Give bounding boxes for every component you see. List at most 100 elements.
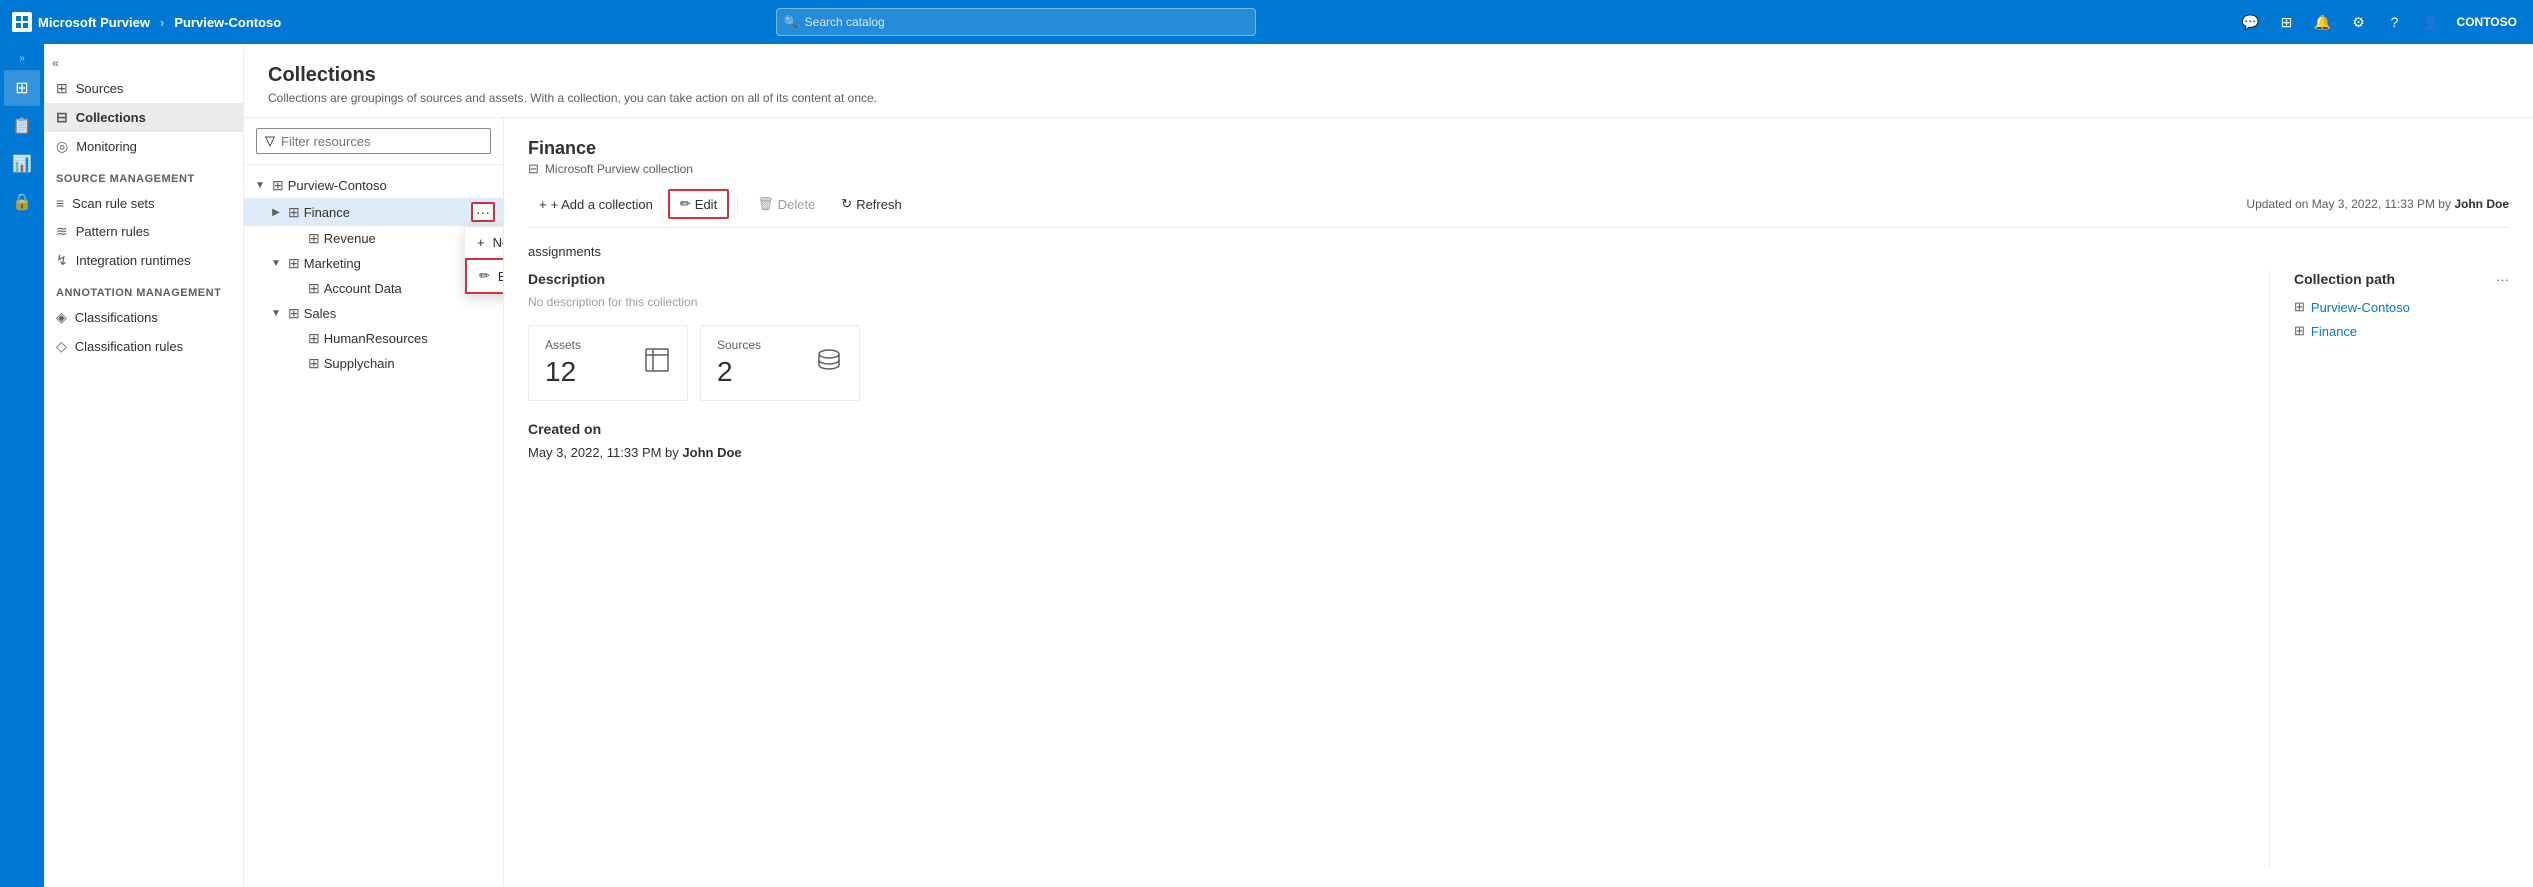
path-purview-contoso-icon: ⊞ <box>2294 299 2305 315</box>
filter-input-wrap[interactable]: ▽ <box>256 128 491 154</box>
main-content: Description No description for this coll… <box>528 271 2509 867</box>
sources-left: Sources 2 <box>717 338 761 388</box>
expand-marketing[interactable]: ▼ <box>268 256 284 272</box>
sidebar-header: « <box>44 52 243 74</box>
created-date: May 3, 2022, 11:33 PM by John Doe <box>528 445 2245 460</box>
delete-icon: 🗑 <box>757 196 774 212</box>
refresh-label: Refresh <box>856 197 902 212</box>
tree-node-finance[interactable]: ▶ ⊞ Finance ··· + New subcollection ✏ <box>244 198 503 226</box>
filter-input[interactable] <box>281 134 482 149</box>
sidebar-item-classification-rules[interactable]: ◇ Classification rules <box>44 332 243 361</box>
expand-human-resources <box>288 331 304 347</box>
page-title: Collections <box>268 64 2509 87</box>
description-title: Description <box>528 271 2245 287</box>
topbar-icons: 💬 ⊞ 🔔 ⚙ ? 👤 CONTOSO <box>2237 8 2521 36</box>
updated-info: Updated on May 3, 2022, 11:33 PM by John… <box>2246 197 2509 211</box>
edit-btn[interactable]: ✏ Edit <box>668 189 729 219</box>
revenue-icon: ⊞ <box>308 230 320 247</box>
tree-node-human-resources[interactable]: ⊞ HumanResources <box>244 326 503 351</box>
tenant-name[interactable]: Purview-Contoso <box>174 15 281 30</box>
refresh-icon: ↻ <box>841 196 852 212</box>
rail-insights-icon[interactable]: 📊 <box>4 146 40 182</box>
user-icon[interactable]: 👤 <box>2417 8 2445 36</box>
sources-card-label: Sources <box>717 338 761 352</box>
assets-card[interactable]: Assets 12 <box>528 325 688 401</box>
add-collection-btn[interactable]: + + Add a collection <box>528 191 664 218</box>
sidebar-item-collections[interactable]: ⊟ Collections <box>44 103 243 132</box>
sources-label: Sources <box>76 81 124 96</box>
collection-name: Finance <box>528 138 2509 159</box>
path-item-finance[interactable]: ⊞ Finance <box>2294 323 2509 339</box>
content-area: Collections Collections are groupings of… <box>244 44 2533 887</box>
monitoring-label: Monitoring <box>76 139 137 154</box>
sales-label: Sales <box>304 306 495 321</box>
rail-catalog-icon[interactable]: 📋 <box>4 108 40 144</box>
updated-text: Updated on May 3, 2022, 11:33 PM by <box>2246 197 2451 211</box>
expand-finance[interactable]: ▶ <box>268 204 284 220</box>
rail-policy-icon[interactable]: 🔒 <box>4 184 40 220</box>
collection-type: ⊟ Microsoft Purview collection <box>528 161 2509 177</box>
brand-area[interactable]: Microsoft Purview › Purview-Contoso <box>12 12 281 32</box>
search-icon: 🔍 <box>784 15 799 29</box>
sidebar-item-scan-rule-sets[interactable]: ≡ Scan rule sets <box>44 189 243 217</box>
right-panel-header: Collection path ··· <box>2294 271 2509 287</box>
edit-label: Edit <box>695 197 717 212</box>
apps-icon[interactable]: ⊞ <box>2273 8 2301 36</box>
scan-rule-sets-label: Scan rule sets <box>72 196 154 211</box>
rail-expand-btn[interactable]: » <box>4 48 40 68</box>
classification-rules-icon: ◇ <box>56 338 67 355</box>
marketing-icon: ⊞ <box>288 255 300 272</box>
human-resources-icon: ⊞ <box>308 330 320 347</box>
finance-more-btn[interactable]: ··· <box>471 202 495 222</box>
notifications-icon[interactable]: 🔔 <box>2309 8 2337 36</box>
stats-row: Assets 12 <box>528 325 2245 401</box>
updated-user: John Doe <box>2454 197 2509 211</box>
left-content: Description No description for this coll… <box>528 271 2245 867</box>
supplychain-label: Supplychain <box>324 356 495 371</box>
user-label[interactable]: CONTOSO <box>2453 15 2521 29</box>
sources-card[interactable]: Sources 2 <box>700 325 860 401</box>
tree-content: ▼ ⊞ Purview-Contoso ▶ ⊞ Finance ··· <box>244 165 503 887</box>
dropdown-edit[interactable]: ✏ Edit <box>465 258 503 294</box>
sidebar-item-sources[interactable]: ⊞ Sources <box>44 74 243 103</box>
search-bar[interactable]: 🔍 <box>776 8 1256 36</box>
sidebar-item-classifications[interactable]: ◈ Classifications <box>44 303 243 332</box>
delete-btn[interactable]: 🗑 Delete <box>746 190 826 218</box>
integration-runtimes-label: Integration runtimes <box>76 253 191 268</box>
purview-contoso-icon: ⊞ <box>272 177 284 194</box>
expand-sales[interactable]: ▼ <box>268 306 284 322</box>
collection-type-icon: ⊟ <box>528 161 539 177</box>
created-title: Created on <box>528 421 2245 437</box>
integration-runtimes-icon: ↯ <box>56 252 68 269</box>
path-finance-icon: ⊞ <box>2294 323 2305 339</box>
tree-node-purview-contoso[interactable]: ▼ ⊞ Purview-Contoso <box>244 173 503 198</box>
collection-path-more-icon[interactable]: ··· <box>2496 272 2509 287</box>
path-item-purview-contoso[interactable]: ⊞ Purview-Contoso <box>2294 299 2509 315</box>
purview-contoso-label: Purview-Contoso <box>288 178 495 193</box>
feedback-icon[interactable]: 💬 <box>2237 8 2265 36</box>
rail-data-icon[interactable]: ⊞ <box>4 70 40 106</box>
tree-node-sales[interactable]: ▼ ⊞ Sales <box>244 301 503 326</box>
settings-icon[interactable]: ⚙ <box>2345 8 2373 36</box>
sidebar-collapse-icon[interactable]: « <box>52 56 59 70</box>
tree-panel: ▽ ▼ ⊞ Purview-Contoso ▶ ⊞ Fi <box>244 118 504 887</box>
delete-label: Delete <box>778 197 816 212</box>
search-input[interactable] <box>776 8 1256 36</box>
sidebar-item-pattern-rules[interactable]: ≋ Pattern rules <box>44 217 243 246</box>
expand-purview-contoso[interactable]: ▼ <box>252 178 268 194</box>
tree-node-supplychain[interactable]: ⊞ Supplychain <box>244 351 503 376</box>
new-subcollection-icon: + <box>477 235 485 250</box>
sidebar-item-integration-runtimes[interactable]: ↯ Integration runtimes <box>44 246 243 275</box>
right-panel: Collection path ··· ⊞ Purview-Contoso ⊞ … <box>2269 271 2509 867</box>
help-icon[interactable]: ? <box>2381 8 2409 36</box>
dropdown-new-subcollection[interactable]: + New subcollection <box>465 227 503 258</box>
source-management-label: Source management <box>44 161 243 189</box>
account-data-icon: ⊞ <box>308 280 320 297</box>
scan-rule-sets-icon: ≡ <box>56 195 64 211</box>
collections-body: ▽ ▼ ⊞ Purview-Contoso ▶ ⊞ Fi <box>244 118 2533 887</box>
created-user: John Doe <box>682 445 741 460</box>
refresh-btn[interactable]: ↻ Refresh <box>830 190 912 218</box>
finance-dropdown-menu: + New subcollection ✏ Edit <box>464 226 503 295</box>
sidebar-item-monitoring[interactable]: ◎ Monitoring <box>44 132 243 161</box>
collections-label: Collections <box>76 110 146 125</box>
